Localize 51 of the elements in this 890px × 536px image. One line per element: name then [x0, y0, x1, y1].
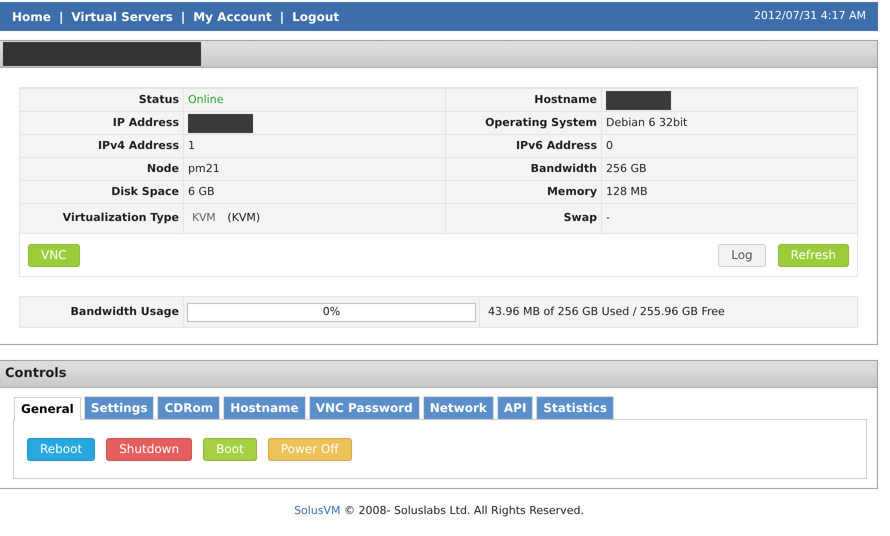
action-button[interactable]: Refresh: [778, 244, 849, 266]
tab[interactable]: Hostname: [223, 396, 306, 419]
cell-value: 1: [188, 138, 195, 154]
tab[interactable]: Network: [422, 396, 494, 419]
field-label: Bandwidth: [530, 160, 597, 177]
field-label: IP Address: [112, 114, 179, 131]
nav-link[interactable]: Logout: [292, 8, 340, 26]
date-time: 2012/07/31 4:17 AM: [754, 8, 866, 24]
power-button[interactable]: Shutdown: [106, 438, 192, 460]
tab[interactable]: Settings: [84, 396, 154, 419]
nav-separator: |: [280, 8, 284, 26]
field-label: IPv6 Address: [516, 138, 597, 154]
nav-separator: |: [58, 8, 64, 26]
cell-value: (KVM): [227, 210, 260, 226]
cell-value: 6 GB: [188, 184, 215, 200]
power-button[interactable]: Reboot: [27, 438, 96, 460]
field-label: Status: [138, 92, 179, 108]
field-label: Node: [146, 160, 179, 177]
cell-value: pm21: [188, 160, 220, 177]
tab[interactable]: API: [496, 396, 534, 419]
tab[interactable]: VNC Password: [308, 396, 420, 419]
field-label: Virtualization Type: [62, 210, 179, 226]
progress-reading: 0%: [322, 304, 340, 320]
field-label: Bandwidth Usage: [70, 304, 179, 320]
bandwidth-summary: 43.96 MB of 256 GB Used / 255.96 GB Free: [488, 304, 725, 320]
nav-link[interactable]: Home: [12, 8, 51, 26]
cell-value: -: [606, 210, 610, 226]
cell-value: 256 GB: [606, 160, 647, 177]
status-value: Online: [188, 92, 224, 108]
tab[interactable]: CDRom: [157, 396, 220, 419]
cell-value: Debian 6 32bit: [606, 114, 688, 131]
nav-separator: |: [180, 8, 186, 26]
tab[interactable]: Statistics: [536, 396, 614, 419]
brand-link[interactable]: SolusVM: [294, 504, 341, 517]
action-button[interactable]: VNC: [28, 244, 80, 266]
log-button[interactable]: Log: [718, 244, 766, 266]
panel-title: Controls: [5, 365, 66, 384]
field-label: Disk Space: [111, 184, 179, 200]
footer-text: SolusVM © 2008- Soluslabs Ltd. All Rights Reserved.: [294, 503, 584, 519]
field-label: Swap: [564, 210, 597, 226]
nav-link[interactable]: Virtual Servers: [71, 8, 173, 26]
nav-link[interactable]: My Account: [193, 8, 272, 26]
kvm-logo: KVM: [192, 210, 216, 226]
cell-value: 0: [606, 138, 613, 154]
power-button[interactable]: Boot: [203, 438, 257, 460]
field-label: IPv4 Address: [98, 138, 179, 154]
field-label: Operating System: [485, 114, 597, 131]
cell-value: 128 MB: [606, 184, 648, 200]
field-label: Memory: [546, 184, 597, 200]
tab[interactable]: General: [14, 397, 81, 420]
field-label: Hostname: [534, 92, 597, 108]
